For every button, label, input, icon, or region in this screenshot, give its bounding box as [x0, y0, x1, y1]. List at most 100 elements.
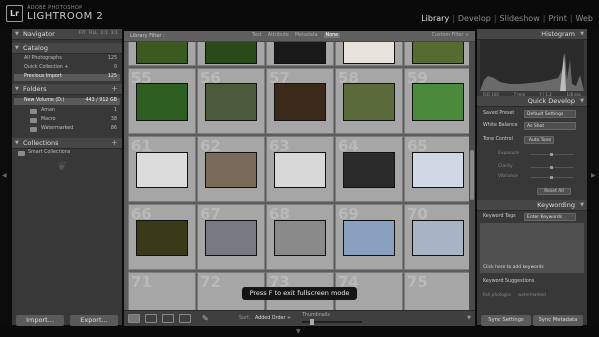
- sort-order-dropdown[interactable]: Added Order ÷: [255, 316, 291, 321]
- thumbnail-cell[interactable]: 61: [128, 136, 196, 202]
- thumbnail-cell[interactable]: 57: [266, 68, 334, 134]
- thumbnail-cell[interactable]: 70: [404, 204, 469, 270]
- catalog-header[interactable]: ▼ Catalog: [12, 43, 122, 54]
- photo-thumbnail[interactable]: [205, 83, 257, 122]
- quick-develop-header[interactable]: Quick Develop ▼: [477, 96, 587, 107]
- photo-thumbnail[interactable]: [205, 152, 257, 189]
- add-folder-icon[interactable]: +: [111, 84, 118, 93]
- filter-attribute[interactable]: Attribute: [268, 33, 289, 38]
- thumbnail-cell[interactable]: 75: [404, 272, 469, 310]
- saved-preset-dropdown[interactable]: Default Settings: [524, 110, 576, 118]
- photo-thumbnail[interactable]: [343, 83, 395, 122]
- thumbnail-cell[interactable]: 55: [128, 68, 196, 134]
- grid-view-icon[interactable]: [128, 314, 140, 323]
- keyword-suggestion[interactable]: fish photogra: [483, 292, 511, 297]
- white-balance-dropdown[interactable]: As Shot: [524, 122, 576, 130]
- right-panel-toggle-icon[interactable]: ▶: [591, 172, 596, 179]
- thumbnail-cell[interactable]: 68: [266, 204, 334, 270]
- thumbnail-cell[interactable]: 67: [197, 204, 265, 270]
- toolbar-menu-chevron-icon[interactable]: ▼: [467, 315, 471, 321]
- module-library[interactable]: Library: [421, 14, 449, 23]
- catalog-item[interactable]: Quick Collection + 0: [14, 65, 120, 72]
- thumbnail-cell[interactable]: 58: [335, 68, 403, 134]
- reset-all-button[interactable]: Reset All: [537, 188, 571, 195]
- thumbnail-size-slider[interactable]: [302, 319, 362, 325]
- module-print[interactable]: Print: [548, 14, 566, 23]
- thumbnail-cell[interactable]: 62: [197, 136, 265, 202]
- photo-thumbnail[interactable]: [205, 220, 257, 257]
- photo-thumbnail[interactable]: [274, 152, 326, 189]
- zoom-1-1[interactable]: 1:1: [101, 31, 108, 36]
- photo-thumbnail[interactable]: [136, 42, 188, 64]
- collections-header[interactable]: ▼ Collections +: [12, 138, 122, 149]
- photo-thumbnail[interactable]: [274, 42, 326, 64]
- thumbnail-cell[interactable]: 65: [404, 136, 469, 202]
- zoom-fit[interactable]: FIT: [79, 31, 86, 36]
- add-collection-icon[interactable]: +: [111, 138, 118, 147]
- thumbnail-cell[interactable]: 56: [197, 68, 265, 134]
- sync-settings-button[interactable]: Sync Settings: [481, 315, 531, 326]
- module-slideshow[interactable]: Slideshow: [500, 14, 540, 23]
- folder-item[interactable]: Aman 1: [14, 108, 120, 115]
- photo-thumbnail[interactable]: [136, 220, 188, 257]
- filter-text[interactable]: Text: [252, 33, 262, 38]
- thumbnail-cell[interactable]: [266, 42, 334, 66]
- add-keywords-hint[interactable]: Click here to add keywords: [483, 265, 544, 270]
- filter-none[interactable]: None: [323, 33, 341, 38]
- thumbnail-cell[interactable]: 59: [404, 68, 469, 134]
- photo-thumbnail[interactable]: [136, 152, 188, 189]
- folder-item[interactable]: Macro 38: [14, 117, 120, 124]
- compare-view-icon[interactable]: [162, 314, 174, 323]
- photo-thumbnail[interactable]: [205, 42, 257, 64]
- photo-thumbnail[interactable]: [412, 152, 464, 189]
- custom-filter-dropdown[interactable]: Custom Filter ÷: [432, 33, 469, 38]
- filter-metadata[interactable]: Metadata: [295, 33, 318, 38]
- folders-header[interactable]: ▼ Folders +: [12, 84, 122, 95]
- photo-thumbnail[interactable]: [412, 220, 464, 257]
- painter-spray-icon[interactable]: ✎: [202, 314, 214, 323]
- photo-thumbnail[interactable]: [343, 220, 395, 257]
- catalog-item[interactable]: All Photographs 125: [14, 56, 120, 63]
- photo-thumbnail[interactable]: [274, 83, 326, 122]
- filmstrip-toggle-icon[interactable]: ▼: [296, 328, 301, 335]
- catalog-item-selected[interactable]: Previous Import 125: [14, 74, 120, 81]
- auto-tone-button[interactable]: Auto Tone: [524, 136, 554, 144]
- left-panel-toggle-icon[interactable]: ◀: [2, 172, 7, 179]
- sync-metadata-button[interactable]: Sync Metadata: [533, 315, 583, 326]
- module-develop[interactable]: Develop: [458, 14, 491, 23]
- thumbnail-cell[interactable]: [335, 42, 403, 66]
- collection-item[interactable]: Smart Collections: [14, 150, 120, 157]
- thumbnail-cell[interactable]: 63: [266, 136, 334, 202]
- survey-view-icon[interactable]: [179, 314, 191, 323]
- grid-scrollbar-thumb[interactable]: [470, 150, 474, 200]
- thumbnail-cell[interactable]: 69: [335, 204, 403, 270]
- folder-item[interactable]: Watermarked 86: [14, 126, 120, 133]
- thumbnail-cell[interactable]: [404, 42, 469, 66]
- keyword-tags-dropdown[interactable]: Enter Keywords: [524, 213, 576, 221]
- histogram-header[interactable]: Histogram ▼: [477, 29, 587, 40]
- export-button[interactable]: Export...: [70, 315, 118, 326]
- thumbnail-cell[interactable]: [197, 42, 265, 66]
- clarity-stepper[interactable]: [530, 166, 574, 169]
- photo-thumbnail[interactable]: [274, 220, 326, 257]
- photo-thumbnail[interactable]: [343, 42, 395, 64]
- thumbnail-cell[interactable]: [128, 42, 196, 66]
- vibrance-stepper[interactable]: [530, 176, 574, 179]
- exposure-stepper[interactable]: [530, 153, 574, 156]
- zoom-3-1[interactable]: 3:1: [111, 31, 118, 36]
- loupe-view-icon[interactable]: [145, 314, 157, 323]
- keywording-header[interactable]: Keywording ▼: [477, 200, 587, 211]
- thumbnail-size-knob[interactable]: [310, 319, 314, 325]
- photo-thumbnail[interactable]: [412, 42, 464, 64]
- photo-thumbnail[interactable]: [136, 83, 188, 122]
- import-button[interactable]: Import...: [16, 315, 64, 326]
- keyword-suggestion[interactable]: watermarked: [518, 292, 546, 297]
- zoom-fill[interactable]: FILL: [89, 31, 98, 36]
- thumbnail-cell[interactable]: 71: [128, 272, 196, 310]
- thumbnail-cell[interactable]: 64: [335, 136, 403, 202]
- module-web[interactable]: Web: [576, 14, 593, 23]
- navigator-header[interactable]: ▼ Navigator FIT FILL 1:1 3:1: [12, 29, 122, 40]
- photo-thumbnail[interactable]: [412, 83, 464, 122]
- thumbnail-cell[interactable]: 66: [128, 204, 196, 270]
- photo-thumbnail[interactable]: [343, 152, 395, 189]
